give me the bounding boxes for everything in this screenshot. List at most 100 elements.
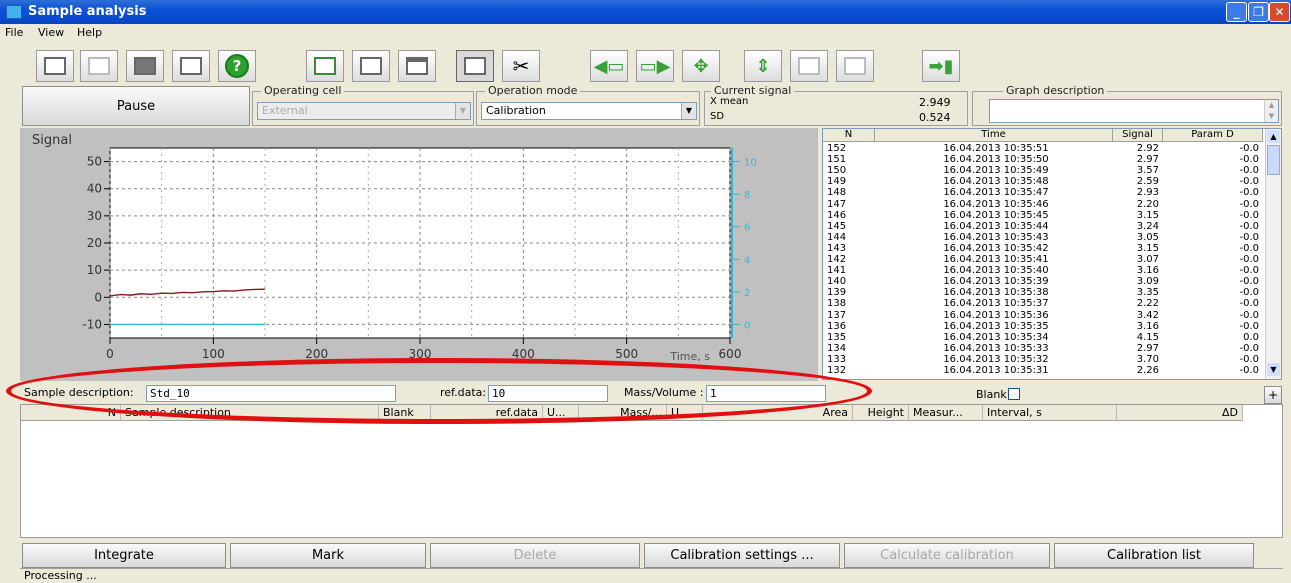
table-row[interactable]: 137 16.04.2013 10:35:36 3.42 -0.0 (823, 310, 1263, 321)
open-folder-icon[interactable] (80, 50, 118, 82)
move-icon[interactable]: ✥ (682, 50, 720, 82)
cell-n: 142 (827, 254, 847, 265)
zoom-out-icon[interactable] (836, 50, 874, 82)
scroll-up-icon[interactable]: ▲ (1267, 130, 1280, 143)
col-measure[interactable]: Measur... (909, 405, 983, 421)
calibration-list-button[interactable]: Calibration list (1054, 543, 1254, 568)
graph-description-input[interactable]: ▲ ▼ (989, 99, 1279, 123)
col-unit-1[interactable]: U... (543, 405, 579, 421)
save-icon[interactable] (126, 50, 164, 82)
table-row[interactable]: 152 16.04.2013 10:35:51 2.92 -0.0 (823, 143, 1263, 154)
col-ref-data[interactable]: ref.data (431, 405, 543, 421)
integrate-button[interactable]: Integrate (22, 543, 226, 568)
table-row[interactable]: 133 16.04.2013 10:35:32 3.70 -0.0 (823, 354, 1263, 365)
new-file-icon[interactable] (36, 50, 74, 82)
cell-n: 151 (827, 154, 847, 166)
col-header-n[interactable]: N (823, 129, 875, 142)
maximize-button[interactable]: ❐ (1248, 2, 1269, 22)
mass-volume-input[interactable]: 1 (706, 385, 826, 402)
table-row[interactable]: 151 16.04.2013 10:35:50 2.97 -0.0 (823, 154, 1263, 165)
table-row[interactable]: 134 16.04.2013 10:35:33 2.97 -0.0 (823, 343, 1263, 354)
cell-param-d: -0.0 (1239, 254, 1259, 265)
table-row[interactable]: 145 16.04.2013 10:35:44 3.24 -0.0 (823, 221, 1263, 232)
graph-icon[interactable] (306, 50, 344, 82)
col-header-param-d[interactable]: Param D (1163, 129, 1263, 142)
table-row[interactable]: 138 16.04.2013 10:35:37 2.22 -0.0 (823, 298, 1263, 309)
graph-description-label: Graph description (1003, 84, 1108, 97)
close-button[interactable]: ✕ (1269, 2, 1290, 22)
zoom-in-icon[interactable] (790, 50, 828, 82)
minimize-button[interactable]: _ (1226, 2, 1247, 22)
table-row[interactable]: 135 16.04.2013 10:35:34 4.15 0.0 (823, 332, 1263, 343)
grid-scrollbar[interactable]: ▲ ▼ (1265, 129, 1281, 379)
col-header-signal[interactable]: Signal (1113, 129, 1163, 142)
sd-label: SD (710, 111, 725, 122)
operating-cell-select[interactable]: External ▼ (257, 102, 471, 120)
cell-signal: 2.20 (1136, 198, 1159, 210)
cell-time: 16.04.2013 10:35:39 (943, 276, 1049, 288)
calculate-calibration-button[interactable]: Calculate calibration (844, 543, 1050, 568)
add-button[interactable]: + (1264, 386, 1282, 404)
scroll-thumb[interactable] (1267, 145, 1280, 175)
calibration-settings-button[interactable]: Calibration settings ... (644, 543, 840, 568)
table-row[interactable]: 147 16.04.2013 10:35:46 2.20 -0.0 (823, 199, 1263, 210)
secondary-tick-label: 2 (744, 288, 750, 299)
table-row[interactable]: 136 16.04.2013 10:35:35 3.16 -0.0 (823, 321, 1263, 332)
pause-button[interactable]: Pause (22, 86, 250, 126)
print-icon[interactable] (172, 50, 210, 82)
blank-checkbox[interactable] (1008, 388, 1020, 400)
cell-signal: 2.97 (1136, 154, 1159, 166)
table-row[interactable]: 148 16.04.2013 10:35:47 2.93 -0.0 (823, 187, 1263, 198)
col-area[interactable]: Area (703, 405, 853, 421)
col-header-time[interactable]: Time (875, 129, 1113, 142)
cell-time: 16.04.2013 10:35:31 (943, 365, 1049, 376)
cell-time: 16.04.2013 10:35:43 (943, 231, 1049, 243)
cell-signal: 4.15 (1136, 331, 1159, 343)
operation-mode-select[interactable]: Calibration ▼ (481, 102, 697, 120)
operating-cell-label: Operating cell (261, 84, 345, 97)
exit-icon[interactable]: ➡▮ (922, 50, 960, 82)
table-row[interactable]: 139 16.04.2013 10:35:38 3.35 -0.0 (823, 287, 1263, 298)
col-delta-d[interactable]: ΔD (1117, 405, 1243, 421)
col-sample-description[interactable]: Sample description (121, 405, 379, 421)
shift-left-icon[interactable]: ◀▭ (590, 50, 628, 82)
layout-icon[interactable] (456, 50, 494, 82)
x-tick-label: 200 (305, 347, 328, 361)
cell-n: 143 (827, 242, 847, 254)
sample-description-input[interactable]: Std_10 (146, 385, 396, 402)
delete-button[interactable]: Delete (430, 543, 640, 568)
ref-data-input[interactable]: 10 (488, 385, 608, 402)
shift-right-icon[interactable]: ▭▶ (636, 50, 674, 82)
col-interval[interactable]: Interval, s (983, 405, 1117, 421)
table-row[interactable]: 150 16.04.2013 10:35:49 3.57 -0.0 (823, 165, 1263, 176)
menu-file[interactable]: File (5, 26, 23, 39)
scroll-down-icon[interactable]: ▼ (1267, 363, 1280, 376)
col-blank[interactable]: Blank (379, 405, 431, 421)
window-icon[interactable] (398, 50, 436, 82)
cell-signal: 3.35 (1136, 287, 1159, 299)
table-row[interactable]: 140 16.04.2013 10:35:39 3.09 -0.0 (823, 276, 1263, 287)
cell-time: 16.04.2013 10:35:47 (943, 187, 1049, 199)
menu-help[interactable]: Help (77, 26, 102, 39)
help-icon[interactable]: ? (218, 50, 256, 82)
settings-icon[interactable]: ✂ (502, 50, 540, 82)
table-row[interactable]: 146 16.04.2013 10:35:45 3.15 -0.0 (823, 210, 1263, 221)
table-row[interactable]: 142 16.04.2013 10:35:41 3.07 -0.0 (823, 254, 1263, 265)
col-unit-2[interactable]: U... (667, 405, 703, 421)
mark-button[interactable]: Mark (230, 543, 426, 568)
menu-view[interactable]: View (38, 26, 64, 39)
scroll-arrows-icon[interactable]: ▲ ▼ (1264, 100, 1278, 122)
table-icon[interactable] (352, 50, 390, 82)
cell-param-d: -0.0 (1239, 287, 1259, 299)
chart-panel: Signal -10 0 10 20 30 40 50 0 100 200 300 400 500 600 T… (20, 128, 818, 381)
table-row[interactable]: 141 16.04.2013 10:35:40 3.16 -0.0 (823, 265, 1263, 276)
table-row[interactable]: 132 16.04.2013 10:35:31 2.26 -0.0 (823, 365, 1263, 376)
col-height[interactable]: Height (853, 405, 909, 421)
table-row[interactable]: 144 16.04.2013 10:35:43 3.05 -0.0 (823, 232, 1263, 243)
col-mass[interactable]: Mass/... (579, 405, 667, 421)
col-n[interactable]: N (21, 405, 121, 421)
table-row[interactable]: 149 16.04.2013 10:35:48 2.59 -0.0 (823, 176, 1263, 187)
table-row[interactable]: 143 16.04.2013 10:35:42 3.15 -0.0 (823, 243, 1263, 254)
fit-icon[interactable]: ⇕ (744, 50, 782, 82)
cell-signal: 3.70 (1136, 353, 1159, 365)
